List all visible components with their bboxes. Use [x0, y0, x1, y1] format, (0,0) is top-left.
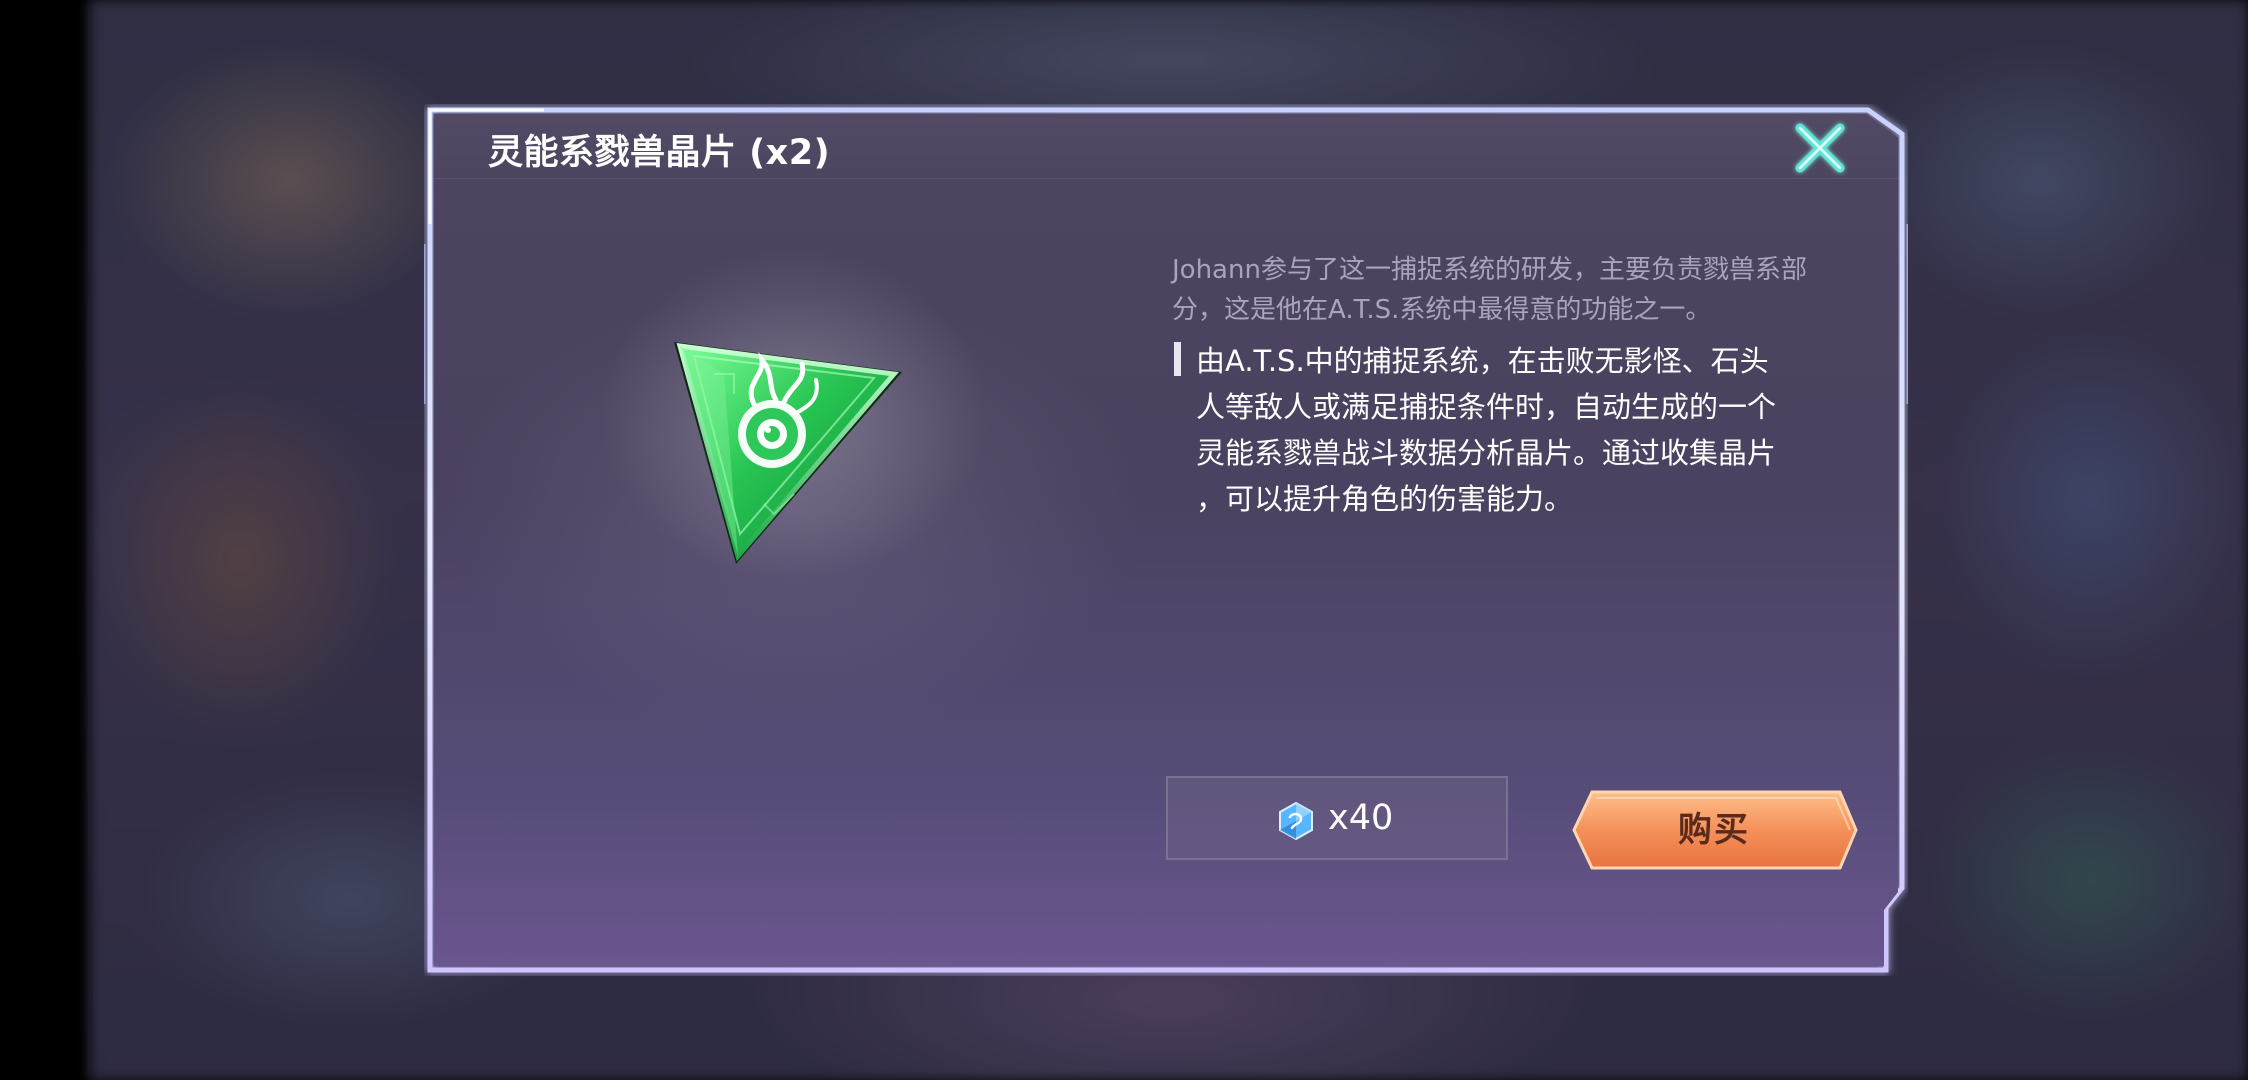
price-box: x40 [1166, 776, 1508, 860]
blue-crystal-currency-icon [1279, 802, 1313, 840]
green-triangle-crystal-icon [674, 342, 902, 564]
price-amount: x40 [1328, 798, 1394, 838]
close-x-icon [1795, 123, 1845, 173]
game-screen: 灵能系戮兽晶片 (x2) Johann参与了这一捕捉系统的研发，主要负责戮兽系部… [0, 0, 2248, 1080]
buy-button[interactable]: 购买 [1570, 790, 1858, 870]
item-description: 由A.T.S.中的捕捉系统，在击败无影怪、石头 人等敌人或满足捕捉条件时，自动生… [1196, 338, 1836, 522]
description-line: 人等敌人或满足捕捉条件时，自动生成的一个 [1196, 390, 1777, 424]
item-lore-text: Johann参与了这一捕捉系统的研发，主要负责戮兽系部分，这是他在A.T.S.系… [1172, 255, 1807, 325]
buy-button-label: 购买 [1678, 810, 1750, 850]
description-line: 由A.T.S.中的捕捉系统，在击败无影怪、石头 [1196, 344, 1769, 378]
title-bar: 灵能系戮兽晶片 (x2) [434, 114, 1898, 179]
description-marker [1174, 342, 1181, 376]
item-detail-dialog: 灵能系戮兽晶片 (x2) Johann参与了这一捕捉系统的研发，主要负责戮兽系部… [424, 104, 1908, 976]
description-line: 灵能系戮兽战斗数据分析晶片。通过收集晶片 [1196, 436, 1777, 470]
description-line: ，可以提升角色的伤害能力。 [1196, 482, 1574, 516]
close-icon[interactable] [1790, 118, 1850, 178]
dialog-body: 灵能系戮兽晶片 (x2) Johann参与了这一捕捉系统的研发，主要负责戮兽系部… [434, 114, 1898, 966]
dialog-title: 灵能系戮兽晶片 (x2) [488, 133, 831, 173]
